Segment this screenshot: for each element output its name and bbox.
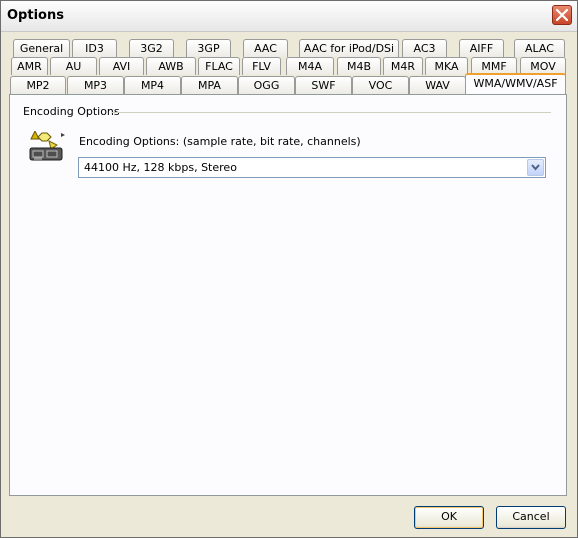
tab-flac[interactable]: FLAC bbox=[198, 57, 240, 75]
tab-swf[interactable]: SWF bbox=[295, 76, 352, 94]
tab-id3[interactable]: ID3 bbox=[72, 39, 117, 57]
tab-3g2[interactable]: 3G2 bbox=[129, 39, 174, 57]
tab-mp4[interactable]: MP4 bbox=[124, 76, 181, 94]
encoding-options-group-label: Encoding Options bbox=[23, 105, 120, 118]
encoding-options-select[interactable]: 44100 Hz, 128 kbps, Stereo bbox=[78, 157, 546, 178]
tab-flv[interactable]: FLV bbox=[242, 57, 281, 75]
tab-au[interactable]: AU bbox=[50, 57, 97, 75]
tab-3gp[interactable]: 3GP bbox=[186, 39, 231, 57]
tab-alac[interactable]: ALAC bbox=[514, 39, 565, 57]
tab-m4b[interactable]: M4B bbox=[337, 57, 381, 75]
tab-aiff[interactable]: AIFF bbox=[459, 39, 504, 57]
encoding-options-label: Encoding Options: (sample rate, bit rate… bbox=[79, 135, 361, 148]
tab-m4a[interactable]: M4A bbox=[286, 57, 334, 75]
tab-m4r[interactable]: M4R bbox=[383, 57, 423, 75]
tab-mpa[interactable]: MPA bbox=[181, 76, 238, 94]
encoder-icon bbox=[29, 129, 69, 163]
tab-avi[interactable]: AVI bbox=[99, 57, 144, 75]
window-title: Options bbox=[7, 8, 64, 23]
tab-amr[interactable]: AMR bbox=[11, 57, 48, 75]
title-bar: Options bbox=[1, 1, 577, 32]
group-divider bbox=[112, 112, 551, 113]
cancel-button[interactable]: Cancel bbox=[496, 506, 566, 529]
tab-ac3[interactable]: AC3 bbox=[402, 39, 447, 57]
dropdown-button[interactable] bbox=[527, 159, 544, 176]
close-icon bbox=[556, 9, 568, 21]
tab-voc[interactable]: VOC bbox=[352, 76, 409, 94]
tab-wma-wmv-asf[interactable]: WMA/WMV/ASF bbox=[465, 73, 566, 94]
tab-awb[interactable]: AWB bbox=[146, 57, 196, 75]
tab-ogg[interactable]: OGG bbox=[238, 76, 295, 94]
tab-aac-for-ipod-dsi[interactable]: AAC for iPod/DSi bbox=[299, 39, 399, 57]
tab-general[interactable]: General bbox=[13, 39, 70, 57]
tab-panel bbox=[9, 94, 567, 496]
tab-wav[interactable]: WAV bbox=[409, 76, 466, 94]
ok-button[interactable]: OK bbox=[414, 506, 484, 529]
close-button[interactable] bbox=[552, 5, 572, 25]
encoding-options-value: 44100 Hz, 128 kbps, Stereo bbox=[84, 161, 237, 174]
chevron-down-icon bbox=[531, 164, 540, 171]
tab-mp2[interactable]: MP2 bbox=[10, 76, 66, 94]
tab-aac[interactable]: AAC bbox=[243, 39, 288, 57]
tab-mka[interactable]: MKA bbox=[425, 57, 468, 75]
tab-mp3[interactable]: MP3 bbox=[67, 76, 124, 94]
